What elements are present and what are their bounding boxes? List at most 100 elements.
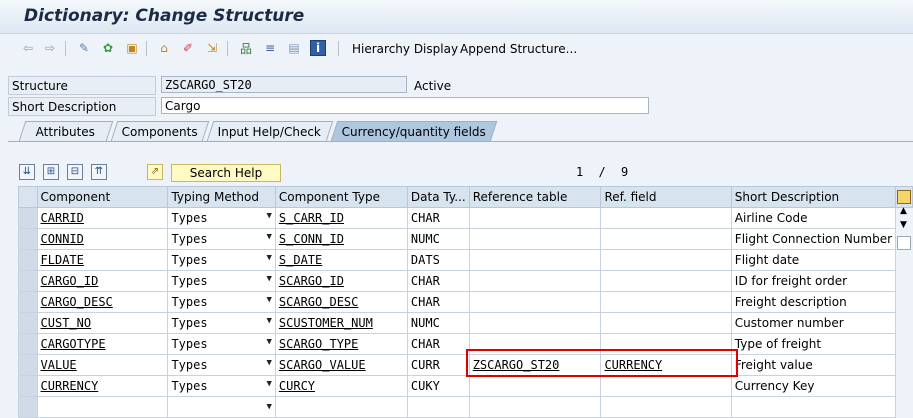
row-selector[interactable] xyxy=(18,333,38,355)
table-row[interactable]: CUST_NO Types ▼ SCUSTOMER_NUM NUMC Customer n… xyxy=(18,312,913,334)
column-settings-icon[interactable] xyxy=(895,186,913,208)
table-row[interactable]: ▼ xyxy=(18,396,913,418)
reference-table-cell[interactable] xyxy=(468,291,602,313)
ref-field-cell[interactable] xyxy=(600,249,732,271)
typing-method-cell[interactable]: Types ▼ xyxy=(167,270,276,292)
tab-attributes[interactable]: Attributes xyxy=(18,121,114,141)
move-up-icon[interactable]: ⇈ xyxy=(91,164,107,180)
reference-table-cell[interactable] xyxy=(468,375,602,397)
scroll-up-icon[interactable]: ▲ xyxy=(896,206,911,216)
component-type-cell[interactable]: S_CARR_ID xyxy=(274,207,408,229)
insert-row-icon[interactable]: ⊞ xyxy=(43,164,59,180)
component-type-cell[interactable]: SCARGO_ID xyxy=(274,270,408,292)
row-selector[interactable] xyxy=(18,354,38,376)
table-row[interactable]: CONNID Types ▼ S_CONN_ID NUMC Flight Connecti… xyxy=(18,228,913,250)
dropdown-arrow-icon[interactable]: ▼ xyxy=(266,253,271,263)
layout-icon[interactable]: ▤ xyxy=(286,40,302,56)
row-selector[interactable] xyxy=(18,228,38,250)
component-cell[interactable]: FLDATE xyxy=(36,249,169,271)
ref-field-cell[interactable] xyxy=(600,270,732,292)
component-cell[interactable]: CURRENCY xyxy=(36,375,169,397)
component-type-cell[interactable]: SCARGO_VALUE xyxy=(274,354,408,376)
dropdown-arrow-icon[interactable]: ▼ xyxy=(266,232,271,242)
delete-row-icon[interactable]: ⊟ xyxy=(67,164,83,180)
typing-method-cell[interactable]: Types ▼ xyxy=(167,249,276,271)
reference-table-cell[interactable] xyxy=(468,396,602,418)
component-type-cell[interactable]: S_DATE xyxy=(274,249,408,271)
short-description-field[interactable]: Cargo xyxy=(161,97,649,114)
table-row[interactable]: FLDATE Types ▼ S_DATE DATS Flight date xyxy=(18,249,913,271)
dropdown-arrow-icon[interactable]: ▼ xyxy=(266,274,271,284)
ref-field-cell[interactable] xyxy=(600,207,732,229)
ref-field-cell[interactable] xyxy=(600,291,732,313)
component-cell[interactable]: CARGO_ID xyxy=(36,270,169,292)
component-cell[interactable]: CONNID xyxy=(36,228,169,250)
column-header-short-description[interactable]: Short Description xyxy=(730,186,897,208)
info-icon[interactable]: i xyxy=(310,40,326,56)
append-structure-button[interactable]: Append Structure... xyxy=(460,42,577,56)
column-header-data-type[interactable]: Data Ty... xyxy=(406,186,470,208)
forward-icon[interactable]: ⇨ xyxy=(42,40,58,56)
dropdown-arrow-icon[interactable]: ▼ xyxy=(266,358,271,368)
row-selector[interactable] xyxy=(18,396,38,418)
scroll-down-icon[interactable]: ▼ xyxy=(896,220,911,230)
column-header-reference-table[interactable]: Reference table xyxy=(468,186,602,208)
component-type-cell[interactable]: CURCY xyxy=(274,375,408,397)
reference-table-cell[interactable] xyxy=(468,228,602,250)
reference-table-cell[interactable] xyxy=(468,312,602,334)
typing-method-cell[interactable]: Types ▼ xyxy=(167,207,276,229)
tab-components[interactable]: Components xyxy=(110,121,210,141)
row-selector[interactable] xyxy=(18,375,38,397)
table-row[interactable]: CARRID Types ▼ S_CARR_ID CHAR Airline Code xyxy=(18,207,913,229)
search-help-icon[interactable]: ⇗ xyxy=(147,164,163,180)
object-list-icon[interactable]: 品 xyxy=(238,40,254,56)
dropdown-arrow-icon[interactable]: ▼ xyxy=(266,211,271,221)
row-selector[interactable] xyxy=(18,249,38,271)
component-cell[interactable]: CARRID xyxy=(36,207,169,229)
select-all-icon[interactable]: ⇊ xyxy=(19,164,35,180)
column-header-component[interactable]: Component xyxy=(36,186,169,208)
back-icon[interactable]: ⇦ xyxy=(20,40,36,56)
display-change-icon[interactable]: ✿ xyxy=(100,40,116,56)
typing-method-cell[interactable]: Types ▼ xyxy=(167,291,276,313)
reference-table-cell[interactable] xyxy=(468,249,602,271)
ref-field-cell[interactable] xyxy=(600,228,732,250)
component-cell[interactable]: CUST_NO xyxy=(36,312,169,334)
typing-method-cell[interactable]: Types ▼ xyxy=(167,312,276,334)
component-type-cell[interactable]: SCARGO_DESC xyxy=(274,291,408,313)
reference-table-cell[interactable] xyxy=(468,270,602,292)
typing-method-cell[interactable]: Types ▼ xyxy=(167,333,276,355)
hierarchy-display-button[interactable]: Hierarchy Display xyxy=(352,42,458,56)
dropdown-arrow-icon[interactable]: ▼ xyxy=(266,295,271,305)
ref-field-cell[interactable] xyxy=(600,375,732,397)
reference-table-cell[interactable] xyxy=(468,207,602,229)
row-selector[interactable] xyxy=(18,207,38,229)
row-selector[interactable] xyxy=(18,291,38,313)
column-header-typing-method[interactable]: Typing Method xyxy=(167,186,276,208)
component-cell[interactable]: VALUE xyxy=(36,354,169,376)
column-header-component-type[interactable]: Component Type xyxy=(274,186,408,208)
where-used-icon[interactable]: ✐ xyxy=(180,40,196,56)
search-help-button[interactable]: Search Help xyxy=(171,164,281,182)
table-row[interactable]: CURRENCY Types ▼ CURCY CUKY Currency Key xyxy=(18,375,913,397)
column-header-ref-field[interactable]: Ref. field xyxy=(600,186,732,208)
component-type-cell[interactable]: S_CONN_ID xyxy=(274,228,408,250)
vertical-scrollbar[interactable]: ▲ ▼ xyxy=(896,206,911,411)
dropdown-arrow-icon[interactable]: ▼ xyxy=(266,379,271,389)
activate-icon[interactable]: ▣ xyxy=(124,40,140,56)
scroll-thumb[interactable] xyxy=(896,236,911,250)
table-row[interactable]: CARGO_ID Types ▼ SCARGO_ID CHAR ID for freigh… xyxy=(18,270,913,292)
row-selector[interactable] xyxy=(18,270,38,292)
tab-currency-quantity-fields[interactable]: Currency/quantity fields xyxy=(330,121,498,141)
component-type-cell[interactable]: SCARGO_TYPE xyxy=(274,333,408,355)
dropdown-arrow-icon[interactable]: ▼ xyxy=(266,337,271,347)
edit-icon[interactable]: ⇲ xyxy=(204,40,220,56)
other-object-icon[interactable]: ✎ xyxy=(76,40,92,56)
component-cell[interactable]: CARGO_DESC xyxy=(36,291,169,313)
check-icon[interactable]: ⌂ xyxy=(156,40,172,56)
ref-field-cell[interactable] xyxy=(600,396,732,418)
tab-input-help-check[interactable]: Input Help/Check xyxy=(206,121,334,141)
typing-method-cell[interactable]: Types ▼ xyxy=(167,354,276,376)
typing-method-cell[interactable]: Types ▼ xyxy=(167,375,276,397)
component-cell[interactable] xyxy=(36,396,169,418)
